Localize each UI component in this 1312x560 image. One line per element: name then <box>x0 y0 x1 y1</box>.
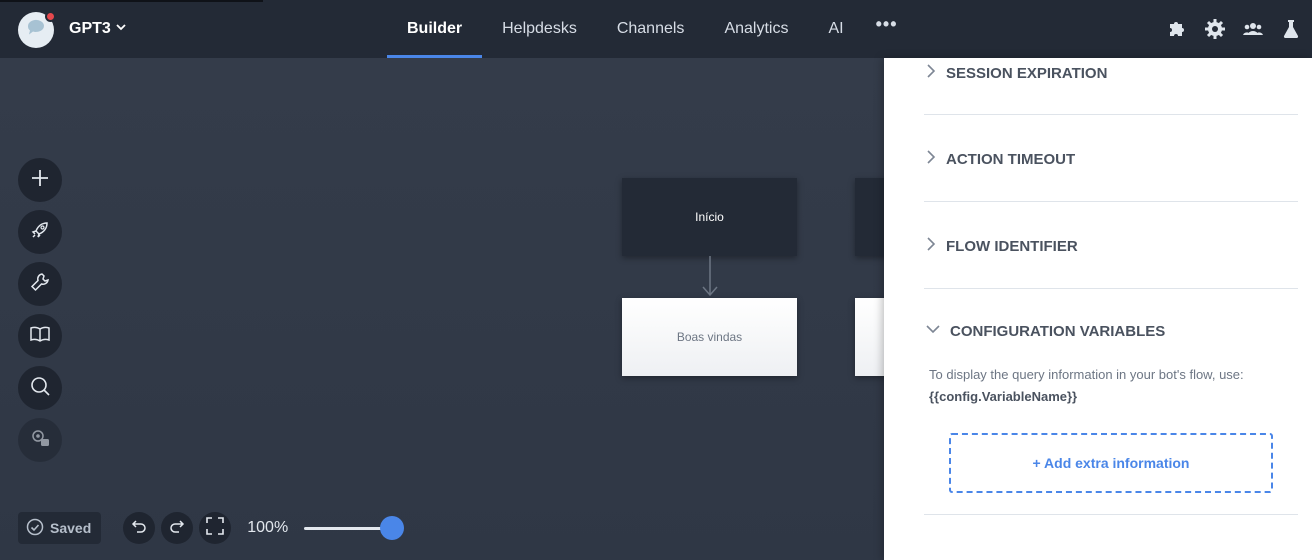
fullscreen-icon <box>205 516 225 541</box>
tab-channels[interactable]: Channels <box>597 0 705 58</box>
notification-dot <box>45 11 56 22</box>
check-circle-icon <box>26 518 44 539</box>
canvas-toolbar <box>18 158 62 462</box>
more-menu-button[interactable]: ••• <box>864 0 910 58</box>
tools-button[interactable] <box>18 262 62 306</box>
chevron-right-icon <box>924 149 938 169</box>
section-header[interactable]: ACTION TIMEOUT <box>924 115 1298 169</box>
undo-button[interactable] <box>123 512 156 544</box>
bot-selector[interactable]: GPT3 <box>69 20 127 38</box>
bot-avatar[interactable] <box>18 11 56 48</box>
flask-icon[interactable] <box>1280 18 1302 40</box>
flow-canvas[interactable]: Início Boas vindas Saved 100% <box>0 58 884 560</box>
fullscreen-button[interactable] <box>199 512 232 544</box>
add-block-button[interactable] <box>18 158 62 202</box>
tab-analytics[interactable]: Analytics <box>704 0 808 58</box>
gear-icon[interactable] <box>1204 18 1226 40</box>
section-flow-identifier: FLOW IDENTIFIER <box>924 202 1298 289</box>
section-title: CONFIGURATION VARIABLES <box>950 322 1166 340</box>
add-extra-information-button[interactable]: + Add extra information <box>949 433 1273 493</box>
section-action-timeout: ACTION TIMEOUT <box>924 115 1298 202</box>
saved-status: Saved <box>18 512 102 544</box>
config-variable-syntax: {{config.VariableName}} <box>929 389 1078 404</box>
tab-ai[interactable]: AI <box>808 0 863 58</box>
undo-icon <box>130 517 148 540</box>
chevron-down-icon <box>115 20 127 38</box>
docs-button[interactable] <box>18 314 62 358</box>
section-session-expiration: SESSION EXPIRATION <box>924 58 1298 115</box>
chat-bubble-icon <box>25 17 47 44</box>
top-actions <box>1166 18 1302 40</box>
section-header[interactable]: CONFIGURATION VARIABLES <box>924 289 1298 340</box>
zoom-slider[interactable] <box>304 516 405 540</box>
zoom-level: 100% <box>247 519 289 536</box>
tab-helpdesks[interactable]: Helpdesks <box>482 0 597 58</box>
settings-lock-icon <box>29 427 51 454</box>
config-help: To display the query information in your… <box>929 364 1298 408</box>
top-bar: GPT3 Builder Helpdesks Channels Analytic… <box>0 0 1312 58</box>
zoom-slider-thumb[interactable] <box>380 516 405 540</box>
rocket-button[interactable] <box>18 210 62 254</box>
puzzle-icon[interactable] <box>1166 18 1188 40</box>
config-help-text: To display the query information in your… <box>929 367 1244 382</box>
book-icon <box>29 323 51 350</box>
canvas-status-bar: Saved 100% <box>18 512 405 544</box>
chevron-right-icon <box>924 63 938 83</box>
redo-button[interactable] <box>161 512 194 544</box>
connector-arrow <box>702 256 718 297</box>
plus-icon <box>30 168 50 193</box>
flow-node[interactable] <box>855 298 884 376</box>
flow-node-start[interactable]: Início <box>622 178 797 256</box>
settings-lock-button[interactable] <box>18 418 62 462</box>
chevron-down-icon <box>924 322 942 340</box>
bot-name: GPT3 <box>69 20 111 37</box>
section-title: SESSION EXPIRATION <box>946 64 1108 82</box>
loading-line <box>0 0 263 2</box>
zoom-slider-track <box>304 527 393 530</box>
settings-panel: SESSION EXPIRATION ACTION TIMEOUT FLOW I… <box>884 58 1312 560</box>
section-header[interactable]: SESSION EXPIRATION <box>924 58 1298 83</box>
flow-node[interactable] <box>855 178 884 256</box>
flow-node-welcome[interactable]: Boas vindas <box>622 298 797 376</box>
redo-icon <box>168 517 186 540</box>
section-title: ACTION TIMEOUT <box>946 150 1076 168</box>
wrench-icon <box>29 271 51 298</box>
search-icon <box>29 375 51 402</box>
main-nav: Builder Helpdesks Channels Analytics AI … <box>387 0 910 58</box>
rocket-icon <box>29 219 51 246</box>
search-button[interactable] <box>18 366 62 410</box>
section-header[interactable]: FLOW IDENTIFIER <box>924 202 1298 256</box>
users-icon[interactable] <box>1242 18 1264 40</box>
section-title: FLOW IDENTIFIER <box>946 237 1078 255</box>
tab-builder[interactable]: Builder <box>387 0 483 58</box>
saved-label: Saved <box>50 520 92 536</box>
chevron-right-icon <box>924 236 938 256</box>
